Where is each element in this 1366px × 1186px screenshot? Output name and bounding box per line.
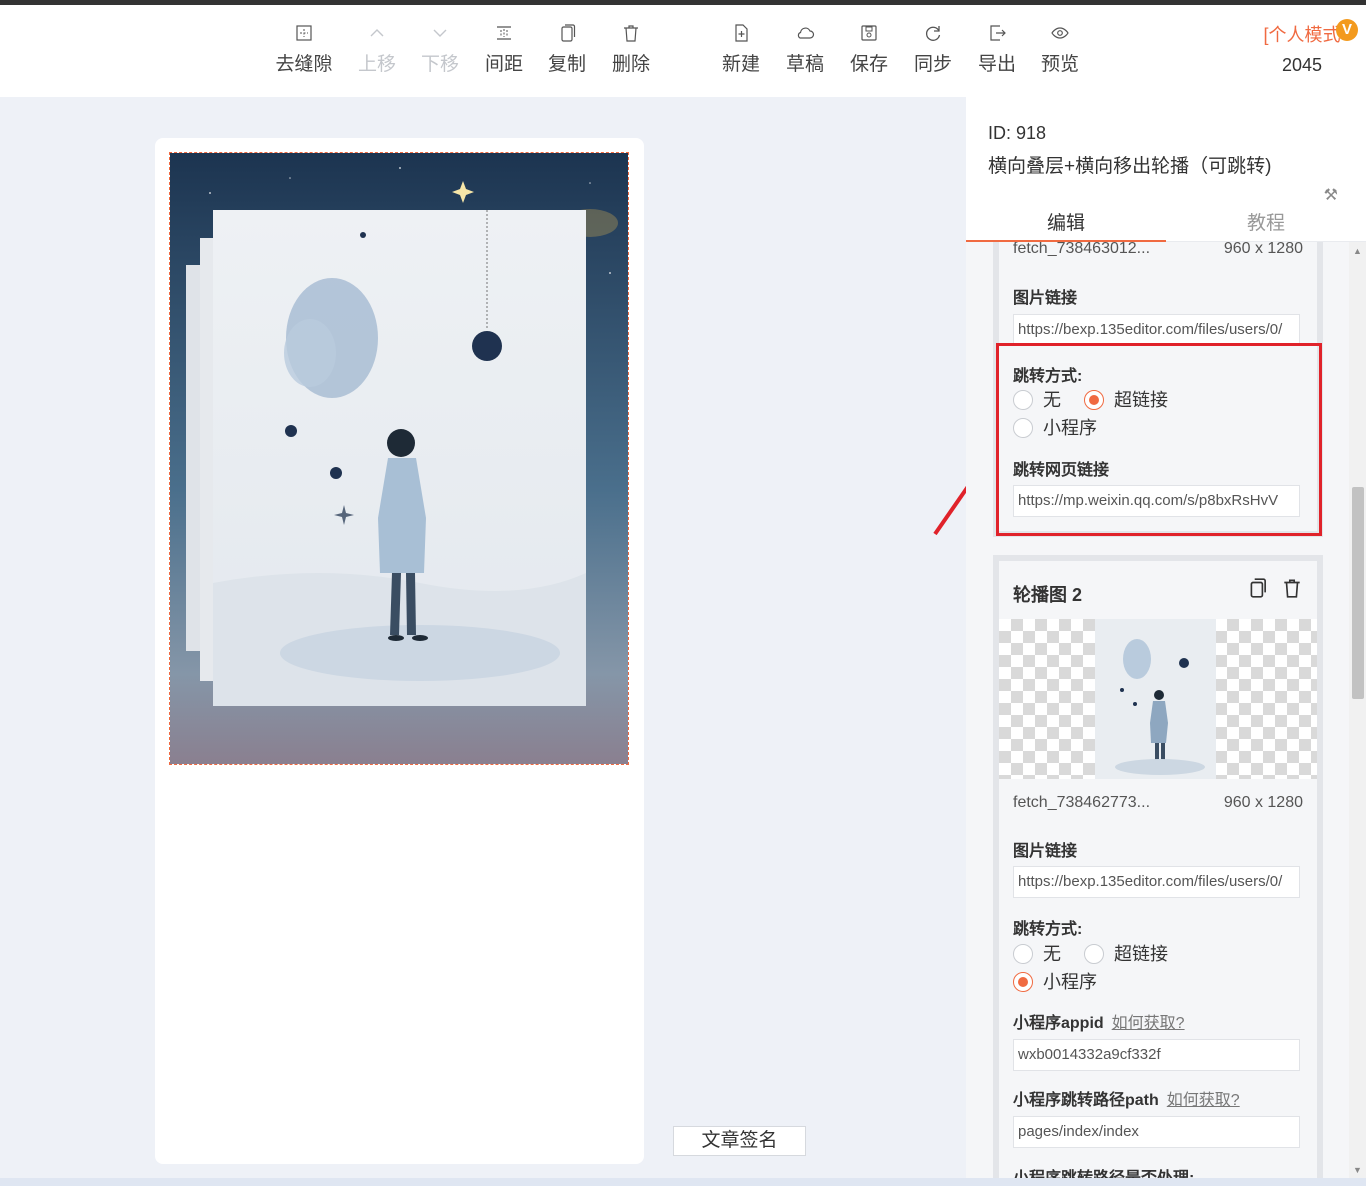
spacing-label: 间距 (484, 54, 523, 75)
personal-mode-label: [个人模式 (1263, 25, 1341, 45)
move-up-button[interactable]: 上移 (345, 23, 409, 76)
article-signature-button[interactable]: 文章签名 (673, 1126, 806, 1156)
sync-button[interactable]: 同步 (901, 23, 965, 76)
remove-gap-button[interactable]: 去缝隙 (272, 23, 336, 76)
new-label: 新建 (721, 54, 760, 75)
jump-option-hyperlink[interactable]: 超链接 (1084, 940, 1168, 966)
image-meta-row: fetch_738462773... 960 x 1280 (1013, 794, 1303, 812)
carousel-item-thumbnail[interactable] (999, 619, 1317, 779)
scroll-up-icon[interactable]: ▲ (1353, 246, 1362, 256)
trash-icon (624, 25, 638, 42)
spacing-icon (497, 26, 511, 40)
path-input[interactable]: pages/index/index (1013, 1116, 1300, 1148)
option-label: 无 (1043, 944, 1061, 964)
image-meta-row: fetch_738463012... 960 x 1280 (1013, 242, 1303, 258)
export-label: 导出 (977, 54, 1016, 75)
remove-gap-icon (296, 25, 312, 41)
jump-mode-options: 无 超链接 (1013, 940, 1186, 966)
sync-icon (926, 26, 941, 41)
radio-selected-icon (1013, 972, 1033, 992)
annotation-highlight-box (996, 343, 1322, 536)
appid-label: 小程序appid 如何获取? (1013, 1009, 1185, 1033)
remove-gap-label: 去缝隙 (275, 54, 333, 75)
path-label-text: 小程序跳转路径path (1013, 1092, 1159, 1109)
new-button[interactable]: 新建 (709, 23, 773, 76)
jump-option-miniprogram[interactable]: 小程序 (1013, 968, 1097, 994)
trash-icon[interactable] (1281, 577, 1303, 599)
save-icon (861, 25, 877, 41)
chevron-up-icon (370, 29, 384, 37)
move-down-button[interactable]: 下移 (408, 23, 472, 76)
move-up-label: 上移 (357, 54, 396, 75)
editor-canvas[interactable] (155, 138, 644, 1164)
copy-icon[interactable] (1247, 577, 1269, 599)
preview-button[interactable]: 预览 (1028, 23, 1092, 76)
bottom-strip (0, 1178, 1366, 1186)
appid-help-link[interactable]: 如何获取? (1112, 1015, 1185, 1032)
delete-label: 删除 (611, 54, 650, 75)
vip-badge-icon: V (1336, 19, 1358, 41)
panel-tabs: 编辑 教程 (966, 200, 1366, 242)
image-size: 960 x 1280 (1223, 794, 1303, 811)
spacing-button[interactable]: 间距 (472, 23, 536, 76)
path-help-link[interactable]: 如何获取? (1167, 1092, 1240, 1109)
jump-option-none[interactable]: 无 (1013, 940, 1061, 966)
radio-icon (1084, 944, 1105, 964)
usage-count: 2045 (1281, 55, 1323, 75)
sync-label: 同步 (913, 54, 952, 75)
carousel-item-title: 轮播图 2 (1013, 585, 1083, 605)
draft-button[interactable]: 草稿 (773, 23, 837, 76)
copy-button[interactable]: 复制 (535, 23, 599, 76)
image-filename: fetch_738462773... (1013, 794, 1151, 811)
template-id: ID: 918 (988, 123, 1047, 143)
option-label: 超链接 (1114, 944, 1169, 964)
carousel-item-card-2: 轮播图 2 fetch_738462773... 960 x 1280 图片链接… (993, 555, 1323, 1179)
carousel-preview-image[interactable] (169, 152, 629, 765)
move-down-label: 下移 (420, 54, 459, 75)
radio-icon (1013, 944, 1033, 964)
copy-label: 复制 (547, 54, 586, 75)
preview-label: 预览 (1040, 54, 1079, 75)
panel-scrollbar[interactable]: ▲ ▼ (1349, 242, 1366, 1179)
path-label: 小程序跳转路径path 如何获取? (1013, 1086, 1240, 1110)
save-button[interactable]: 保存 (837, 23, 901, 76)
image-link-label: 图片链接 (1013, 290, 1078, 307)
chevron-down-icon (433, 29, 447, 37)
toolbar: 去缝隙 上移 下移 间距 复制 删除 新建 草稿 保存 同步 导出 预览 [个人… (0, 5, 1366, 97)
draft-label: 草稿 (785, 54, 824, 75)
personal-mode-switch[interactable]: [个人模式 V 2045 (1246, 19, 1358, 76)
image-link-label: 图片链接 (1013, 843, 1078, 860)
jump-mode-label: 跳转方式: (1013, 921, 1083, 938)
save-label: 保存 (849, 54, 888, 75)
image-size: 960 x 1280 (1223, 242, 1303, 257)
cloud-icon (797, 27, 815, 39)
delete-button[interactable]: 删除 (599, 23, 663, 76)
scrollbar-thumb[interactable] (1352, 487, 1364, 699)
export-button[interactable]: 导出 (965, 23, 1029, 76)
appid-input[interactable]: wxb0014332a9cf332f (1013, 1039, 1300, 1071)
copy-icon (561, 24, 576, 42)
template-name: 横向叠层+横向移出轮播（可跳转) (988, 156, 1272, 177)
settings-panel: ID: 918 横向叠层+横向移出轮播（可跳转) ⚒ 编辑 教程 fetch_7… (966, 97, 1366, 1179)
path-process-label: 小程序跳转路径是否处理: (1013, 1170, 1195, 1179)
jump-mode-options-row2: 小程序 (1013, 968, 1115, 994)
scroll-down-icon[interactable]: ▼ (1353, 1165, 1362, 1175)
tab-edit[interactable]: 编辑 (966, 208, 1166, 235)
eye-icon (1051, 27, 1069, 39)
option-label: 小程序 (1043, 972, 1097, 992)
image-link-input[interactable]: https://bexp.135editor.com/files/users/0… (1013, 314, 1300, 346)
export-icon (990, 25, 1006, 41)
appid-label-text: 小程序appid (1013, 1015, 1104, 1032)
new-file-icon (735, 24, 748, 42)
image-link-input[interactable]: https://bexp.135editor.com/files/users/0… (1013, 866, 1300, 898)
card-actions (1239, 577, 1303, 604)
tab-tutorial[interactable]: 教程 (1166, 208, 1366, 235)
image-filename: fetch_738463012... (1013, 242, 1151, 257)
